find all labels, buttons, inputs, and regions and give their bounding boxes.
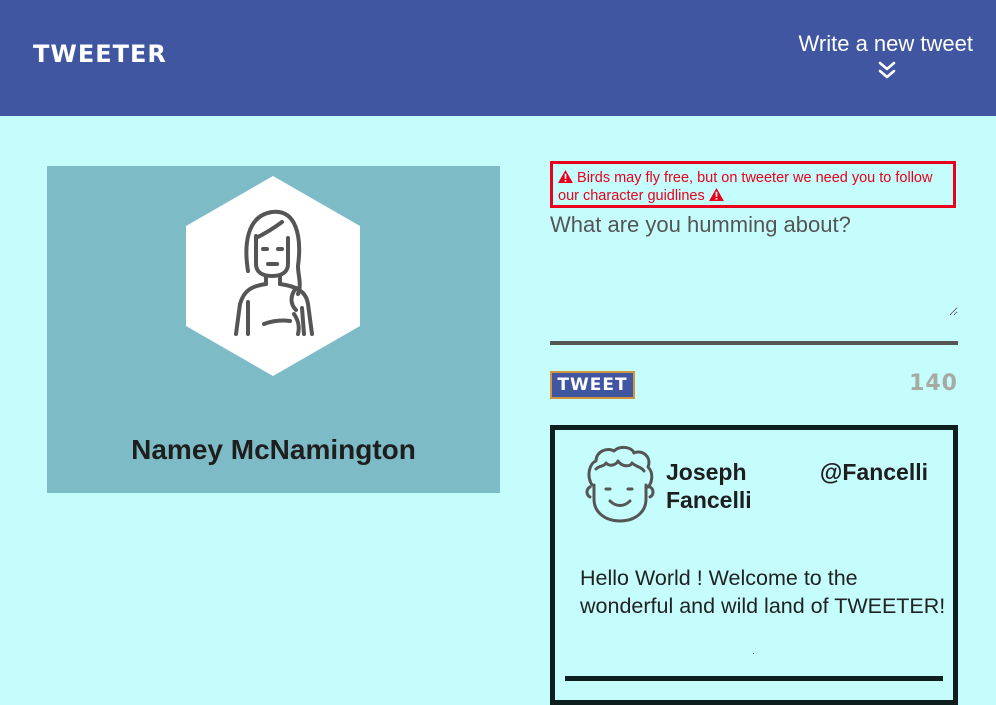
tweet-author-avatar-icon bbox=[585, 445, 655, 523]
tweet-content: Hello World ! Welcome to the wonderful a… bbox=[580, 566, 946, 618]
write-new-tweet-toggle[interactable]: Write a new tweet bbox=[783, 31, 973, 79]
tweet-footer-dot bbox=[753, 653, 754, 654]
brand-logo[interactable]: TWEETER bbox=[33, 40, 167, 68]
user-avatar-icon bbox=[234, 209, 314, 336]
double-chevron-down-icon[interactable] bbox=[877, 61, 897, 81]
character-counter: 140 bbox=[909, 371, 958, 396]
tweet-author-name: Joseph Fancelli bbox=[666, 459, 752, 513]
tweet-card: Joseph Fancelli @Fancelli Hello World ! … bbox=[550, 425, 958, 705]
profile-name: Namey McNamington bbox=[131, 434, 416, 465]
error-message-text: Birds may fly free, but on tweeter we ne… bbox=[558, 170, 933, 204]
character-limit-error: Birds may fly free, but on tweeter we ne… bbox=[550, 161, 956, 208]
profile-card: Namey McNamington bbox=[47, 166, 500, 493]
compose-divider bbox=[550, 341, 958, 345]
tweet-footer-rule bbox=[565, 676, 943, 681]
tweet-submit-button[interactable]: TWEET bbox=[550, 371, 635, 399]
warning-icon bbox=[708, 188, 724, 201]
warning-icon bbox=[558, 170, 573, 183]
write-new-tweet-label[interactable]: Write a new tweet bbox=[783, 31, 973, 57]
top-navbar: TWEETER Write a new tweet bbox=[0, 0, 996, 116]
tweet-author-handle[interactable]: @Fancelli bbox=[820, 458, 928, 486]
tweet-textarea[interactable] bbox=[550, 212, 958, 316]
